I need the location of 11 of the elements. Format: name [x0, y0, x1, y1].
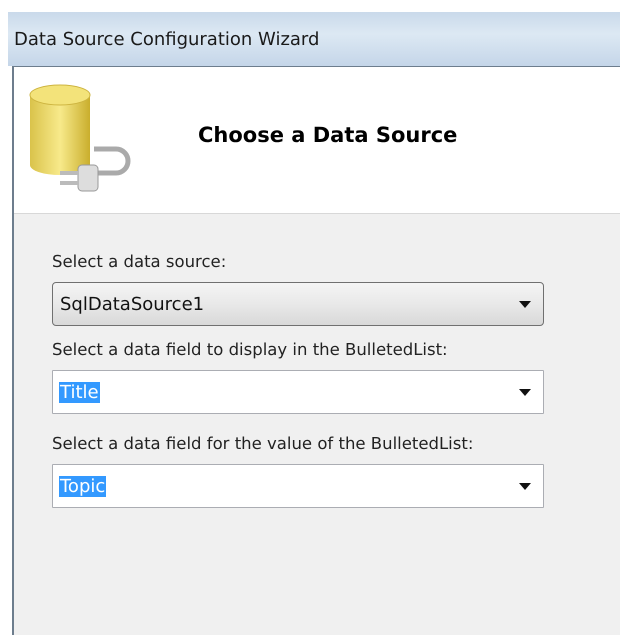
- dropdown-field[interactable]: Title: [52, 370, 544, 414]
- window-title: Data Source Configuration Wizard: [14, 28, 320, 50]
- dropdown-field[interactable]: Topic: [52, 464, 544, 508]
- field-label: Select a data source:: [52, 252, 228, 271]
- dropdown-arrow-icon: [519, 300, 531, 308]
- dropdown-field[interactable]: SqlDataSource1: [52, 282, 544, 326]
- dropdown-arrow-icon: [519, 482, 531, 490]
- dropdown-arrow-icon: [519, 388, 531, 396]
- header-title: Choose a Data Source: [198, 123, 458, 147]
- field-label: Select a data field to display in the BulletedList:: [52, 340, 449, 359]
- field-label: Select a data field for the value of the BulletedList:: [52, 434, 474, 453]
